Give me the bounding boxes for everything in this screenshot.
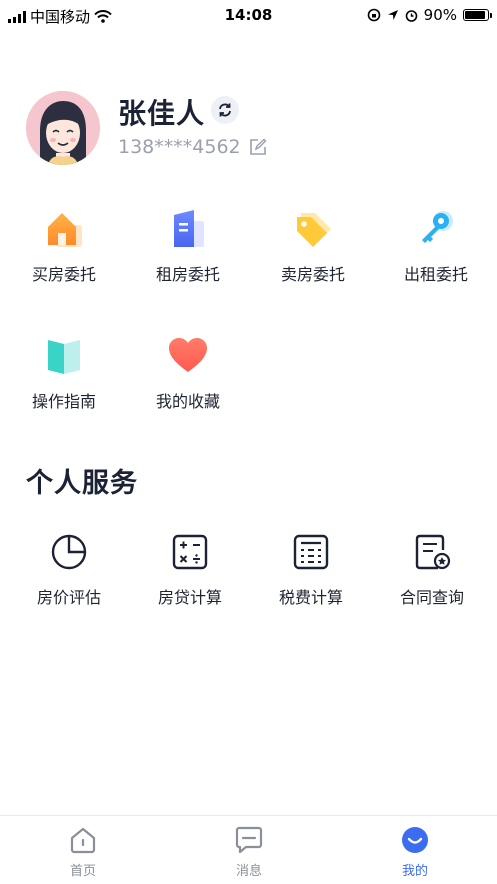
heart-icon	[166, 334, 210, 378]
price-evaluation-item[interactable]: 房价评估	[7, 530, 131, 608]
home-icon	[67, 824, 99, 856]
switch-account-button[interactable]	[211, 96, 239, 124]
price-tag-icon	[291, 207, 335, 251]
contract-search-icon	[410, 530, 454, 574]
tab-mine[interactable]: 我的	[355, 824, 475, 879]
tab-home-label: 首页	[69, 864, 96, 879]
contract-query-item[interactable]: 合同查询	[370, 530, 494, 608]
battery-icon	[463, 9, 492, 21]
alarm-icon	[405, 9, 417, 22]
buy-entrust-label: 买房委托	[31, 265, 96, 284]
battery-percent: 90%	[423, 6, 457, 24]
sell-entrust-label: 卖房委托	[280, 265, 345, 284]
section-title-services: 个人服务	[26, 468, 138, 499]
tax-table-icon	[289, 530, 333, 574]
mine-icon	[399, 824, 431, 856]
loan-calculator-item[interactable]: 房贷计算	[128, 530, 252, 608]
lease-entrust-label: 出租委托	[403, 265, 468, 284]
rent-entrust-label: 租房委托	[155, 265, 220, 284]
avatar-girl-icon	[26, 91, 100, 165]
building-icon	[166, 207, 210, 251]
tab-messages[interactable]: 消息	[189, 824, 309, 879]
guide-item[interactable]: 操作指南	[2, 334, 126, 412]
book-icon	[42, 334, 86, 378]
location-icon	[387, 10, 398, 20]
contract-query-label: 合同查询	[399, 588, 464, 607]
phone-row: 138****4562	[118, 136, 267, 158]
tab-messages-label: 消息	[235, 864, 262, 879]
refresh-icon	[219, 103, 231, 117]
calculator-icon	[168, 530, 212, 574]
favorites-label: 我的收藏	[155, 392, 220, 411]
avatar[interactable]	[26, 91, 100, 165]
guide-label: 操作指南	[31, 392, 96, 411]
buy-entrust-item[interactable]: 买房委托	[2, 207, 126, 285]
house-icon	[42, 207, 86, 251]
lease-entrust-item[interactable]: 出租委托	[374, 207, 497, 285]
edit-icon[interactable]	[249, 138, 267, 156]
tab-home[interactable]: 首页	[23, 824, 143, 879]
favorites-item[interactable]: 我的收藏	[126, 334, 250, 412]
tax-calculator-item[interactable]: 税费计算	[249, 530, 373, 608]
status-bar: 中国移动 14:08 90%	[0, 0, 497, 32]
bottom-tab-bar: 首页 消息 我的	[0, 815, 497, 884]
message-icon	[233, 824, 265, 856]
rent-entrust-item[interactable]: 租房委托	[126, 207, 250, 285]
loan-calculator-label: 房贷计算	[157, 588, 222, 607]
phone-number: 138****4562	[118, 136, 241, 158]
user-name: 张佳人	[118, 97, 206, 130]
sell-entrust-item[interactable]: 卖房委托	[251, 207, 375, 285]
pie-chart-icon	[47, 530, 91, 574]
tax-calculator-label: 税费计算	[278, 588, 343, 607]
key-icon	[414, 207, 458, 251]
price-evaluation-label: 房价评估	[36, 588, 101, 607]
tab-mine-label: 我的	[401, 864, 428, 879]
rotation-lock-icon	[367, 8, 380, 22]
